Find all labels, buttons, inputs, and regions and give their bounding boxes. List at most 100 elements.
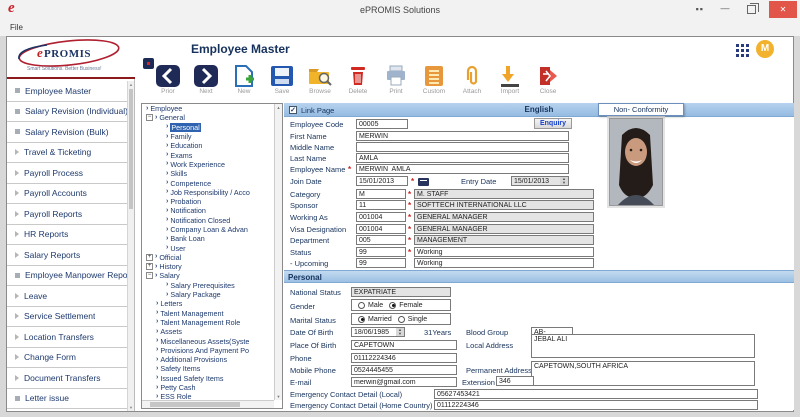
tree-item-work-experience[interactable]: ›Work Experience: [142, 160, 282, 169]
tree-item-education[interactable]: ›Education: [142, 141, 282, 150]
employee-code-input[interactable]: [356, 119, 408, 129]
tree-item-notification[interactable]: ›Notification: [142, 206, 282, 215]
place-of-birth-input[interactable]: [351, 340, 457, 350]
tree-item-bank-loan[interactable]: ›Bank Loan: [142, 234, 282, 243]
tree-item-talent-management-role[interactable]: ›Talent Management Role: [142, 318, 282, 327]
tree-vertical-scrollbar[interactable]: ▲▼: [274, 104, 282, 400]
prior-button[interactable]: Prior: [149, 63, 187, 101]
sponsor-code-input[interactable]: [356, 200, 406, 210]
save-button[interactable]: Save: [263, 63, 301, 101]
tree-item-salary-package[interactable]: ›Salary Package: [142, 290, 282, 299]
local-address-input[interactable]: JEBAL ALI: [531, 334, 755, 358]
employee-name-input[interactable]: [356, 164, 569, 174]
tree-item-employee[interactable]: ›Employee: [142, 104, 282, 113]
import-button[interactable]: Import: [491, 63, 529, 101]
tree-item-additional-provisions[interactable]: ›Additional Provisions: [142, 355, 282, 364]
scroll-thumb[interactable]: [129, 89, 133, 209]
sidebar-item-change-form[interactable]: Change Form: [7, 348, 128, 369]
custom-button[interactable]: Custom: [415, 63, 453, 101]
browse-button[interactable]: Browse: [301, 63, 339, 101]
scroll-up-icon[interactable]: ▲: [128, 82, 134, 87]
scroll-down-icon[interactable]: ▼: [128, 405, 134, 410]
sidebar-item-salary-reports[interactable]: Salary Reports: [7, 245, 128, 266]
tree-item-family[interactable]: ›Family: [142, 132, 282, 141]
non-conformity-button[interactable]: Non- Conformity: [598, 103, 684, 116]
expand-plus-icon[interactable]: +: [146, 263, 153, 270]
tree-horizontal-scrollbar[interactable]: [142, 400, 274, 408]
tree-item-miscellaneous-assets[interactable]: ›Miscellaneous Assets(Syste: [142, 336, 282, 345]
spinner-icon[interactable]: ▲▼: [396, 328, 404, 336]
tree-item-notification-closed[interactable]: ›Notification Closed: [142, 216, 282, 225]
marital-married-radio[interactable]: [358, 316, 365, 323]
tree-item-job-responsibility[interactable]: ›Job Responsibility / Acco: [142, 188, 282, 197]
tree-item-user[interactable]: ›User: [142, 243, 282, 252]
enquiry-button[interactable]: Enquiry: [534, 118, 572, 129]
new-button[interactable]: New: [225, 63, 263, 101]
marital-single-radio[interactable]: [398, 316, 405, 323]
category-code-input[interactable]: [356, 189, 406, 199]
maximize-button[interactable]: [747, 5, 756, 14]
tree-item-general[interactable]: −›General: [142, 113, 282, 122]
tree-item-company-loan[interactable]: ›Company Loan & Advan: [142, 225, 282, 234]
close-form-button[interactable]: Close: [529, 63, 567, 101]
tree-item-salary-prerequisites[interactable]: ›Salary Prerequisites: [142, 281, 282, 290]
phone-input[interactable]: [351, 353, 457, 363]
permanent-address-input[interactable]: CAPETOWN,SOUTH AFRICA: [531, 361, 755, 386]
status-code-input[interactable]: [356, 247, 406, 257]
tree-item-personal[interactable]: ›Personal: [142, 123, 282, 132]
tree-item-petty-cash[interactable]: ›Petty Cash: [142, 383, 282, 392]
sidebar-item-payroll-accounts[interactable]: Payroll Accounts: [7, 184, 128, 205]
sidebar-item-travel-ticketing[interactable]: Travel & Ticketing: [7, 143, 128, 164]
sidebar-item-payroll-reports[interactable]: Payroll Reports: [7, 204, 128, 225]
attach-button[interactable]: Attach: [453, 63, 491, 101]
sidebar-item-salary-revision-bulk[interactable]: Salary Revision (Bulk): [7, 122, 128, 143]
sidebar-item-hr-reports[interactable]: HR Reports: [7, 225, 128, 246]
sidebar-item-employee-manpower-report[interactable]: Employee Manpower Repor: [7, 266, 128, 287]
tree-item-salary[interactable]: −›Salary: [142, 271, 282, 280]
calendar-icon[interactable]: [418, 178, 429, 186]
sidebar-item-salary-revision-individual[interactable]: Salary Revision (Individual): [7, 102, 128, 123]
sidebar-scrollbar[interactable]: ▲▼: [127, 81, 134, 411]
sidebar-item-location-transfers[interactable]: Location Transfers: [7, 327, 128, 348]
email-input[interactable]: [351, 377, 457, 387]
close-button[interactable]: ✕: [769, 1, 797, 18]
tree-item-skills[interactable]: ›Skills: [142, 169, 282, 178]
sidebar-item-letter-issue[interactable]: Letter issue: [7, 389, 128, 410]
apps-grid-icon[interactable]: [736, 44, 749, 57]
delete-button[interactable]: Delete: [339, 63, 377, 101]
tree-item-exams[interactable]: ›Exams: [142, 150, 282, 159]
sidebar-item-leave[interactable]: Leave: [7, 286, 128, 307]
extension-input[interactable]: [496, 376, 534, 386]
last-name-input[interactable]: [356, 153, 569, 163]
gender-female-radio[interactable]: [389, 302, 396, 309]
sidebar-item-payroll-process[interactable]: Payroll Process: [7, 163, 128, 184]
expand-plus-icon[interactable]: +: [146, 254, 153, 261]
tree-item-assets[interactable]: ›Assets: [142, 327, 282, 336]
tree-item-issued-safety-items[interactable]: ›Issued Safety Items: [142, 374, 282, 383]
department-code-input[interactable]: [356, 235, 406, 245]
sidebar-item-document-transfers[interactable]: Document Transfers: [7, 368, 128, 389]
collapse-minus-icon[interactable]: −: [146, 272, 153, 279]
emergency-local-input[interactable]: [434, 389, 758, 399]
middle-name-input[interactable]: [356, 142, 569, 152]
tree-item-official[interactable]: +›Official: [142, 253, 282, 262]
tree-item-history[interactable]: +›History: [142, 262, 282, 271]
tree-item-safety-items[interactable]: ›Safety Items: [142, 364, 282, 373]
upcoming-code-input[interactable]: [356, 258, 406, 268]
collapse-minus-icon[interactable]: −: [146, 114, 153, 121]
sidebar-item-service-settlement[interactable]: Service Settlement: [7, 307, 128, 328]
spinner-icon[interactable]: ▲▼: [560, 177, 568, 185]
menu-file[interactable]: File: [10, 23, 23, 32]
tree-item-talent-management[interactable]: ›Talent Management: [142, 309, 282, 318]
visa-designation-code-input[interactable]: [356, 224, 406, 234]
join-date-input[interactable]: [356, 176, 408, 186]
tree-item-competence[interactable]: ›Competence: [142, 178, 282, 187]
gender-male-radio[interactable]: [358, 302, 365, 309]
sidebar-item-employee-master[interactable]: Employee Master: [7, 81, 128, 102]
next-button[interactable]: Next: [187, 63, 225, 101]
first-name-input[interactable]: [356, 131, 569, 141]
scroll-down-icon[interactable]: ▼: [275, 394, 282, 399]
tree-item-letters[interactable]: ›Letters: [142, 299, 282, 308]
user-avatar[interactable]: M: [756, 40, 774, 58]
mobile-phone-input[interactable]: [351, 365, 457, 375]
